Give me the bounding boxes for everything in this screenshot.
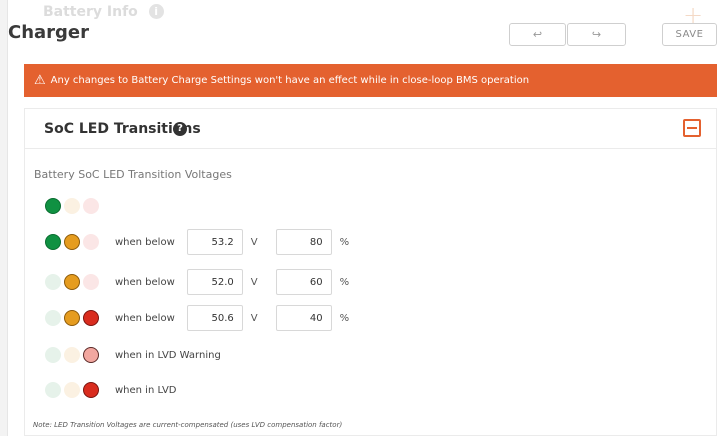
- voltage-unit: V: [250, 312, 258, 324]
- undo-icon: ↩: [532, 28, 543, 41]
- green-led-icon: [45, 347, 61, 363]
- green-led-icon: [45, 234, 61, 250]
- percent-unit: %: [339, 276, 350, 288]
- card-header: SoC LED Transitions ?: [25, 109, 716, 149]
- green-led-icon: [45, 382, 61, 398]
- row-condition: when below: [115, 276, 175, 288]
- red-led-icon: [83, 234, 99, 250]
- green-led-icon: [45, 198, 61, 214]
- led-row-3: when below 52.0 V 60 %: [45, 269, 350, 295]
- undo-button[interactable]: ↩: [509, 23, 566, 46]
- voltage-unit: V: [250, 276, 258, 288]
- red-led-icon: [83, 274, 99, 290]
- row-condition: when below: [115, 236, 175, 248]
- voltage-input[interactable]: 53.2: [186, 229, 243, 255]
- row-condition: when in LVD: [115, 384, 177, 396]
- amber-led-icon: [64, 234, 80, 250]
- warning-banner: ⚠ Any changes to Battery Charge Settings…: [24, 64, 717, 97]
- red-led-icon: [83, 198, 99, 214]
- battery-info-title: Battery Info: [43, 4, 138, 20]
- percent-input[interactable]: 80: [275, 229, 332, 255]
- green-led-icon: [45, 310, 61, 326]
- amber-led-icon: [64, 382, 80, 398]
- row-condition: when below: [115, 312, 175, 324]
- redo-button[interactable]: ↪: [567, 23, 626, 46]
- soc-led-card: SoC LED Transitions ? Battery SoC LED Tr…: [24, 108, 717, 436]
- percent-unit: %: [339, 312, 350, 324]
- red-led-icon: [83, 347, 99, 363]
- redo-icon: ↪: [591, 28, 602, 41]
- led-row-2: when below 53.2 V 80 %: [45, 229, 350, 255]
- footnote: Note: LED Transition Voltages are curren…: [33, 421, 343, 429]
- amber-led-icon: [64, 347, 80, 363]
- collapse-icon[interactable]: [683, 119, 701, 137]
- voltage-input[interactable]: 52.0: [186, 269, 243, 295]
- amber-led-icon: [64, 310, 80, 326]
- row-condition: when in LVD Warning: [115, 349, 221, 361]
- red-led-icon: [83, 310, 99, 326]
- help-icon[interactable]: ?: [173, 122, 187, 136]
- warning-text: Any changes to Battery Charge Settings w…: [50, 75, 530, 86]
- warning-icon: ⚠: [34, 73, 46, 88]
- page-title: Charger: [8, 22, 90, 43]
- led-row-5: when in LVD Warning: [45, 345, 221, 365]
- amber-led-icon: [64, 274, 80, 290]
- percent-unit: %: [339, 236, 350, 248]
- led-row-1: [45, 196, 102, 216]
- battery-info-header: Battery Info i: [43, 4, 164, 20]
- red-led-icon: [83, 382, 99, 398]
- led-row-4: when below 50.6 V 40 %: [45, 305, 350, 331]
- section-label: Battery SoC LED Transition Voltages: [34, 168, 232, 181]
- amber-led-icon: [64, 198, 80, 214]
- green-led-icon: [45, 274, 61, 290]
- led-row-6: when in LVD: [45, 380, 177, 400]
- save-button[interactable]: SAVE: [662, 23, 717, 46]
- voltage-unit: V: [250, 236, 258, 248]
- percent-input[interactable]: 60: [275, 269, 332, 295]
- left-rail: [0, 0, 8, 436]
- voltage-input[interactable]: 50.6: [186, 305, 243, 331]
- percent-input[interactable]: 40: [275, 305, 332, 331]
- info-icon: i: [148, 4, 164, 19]
